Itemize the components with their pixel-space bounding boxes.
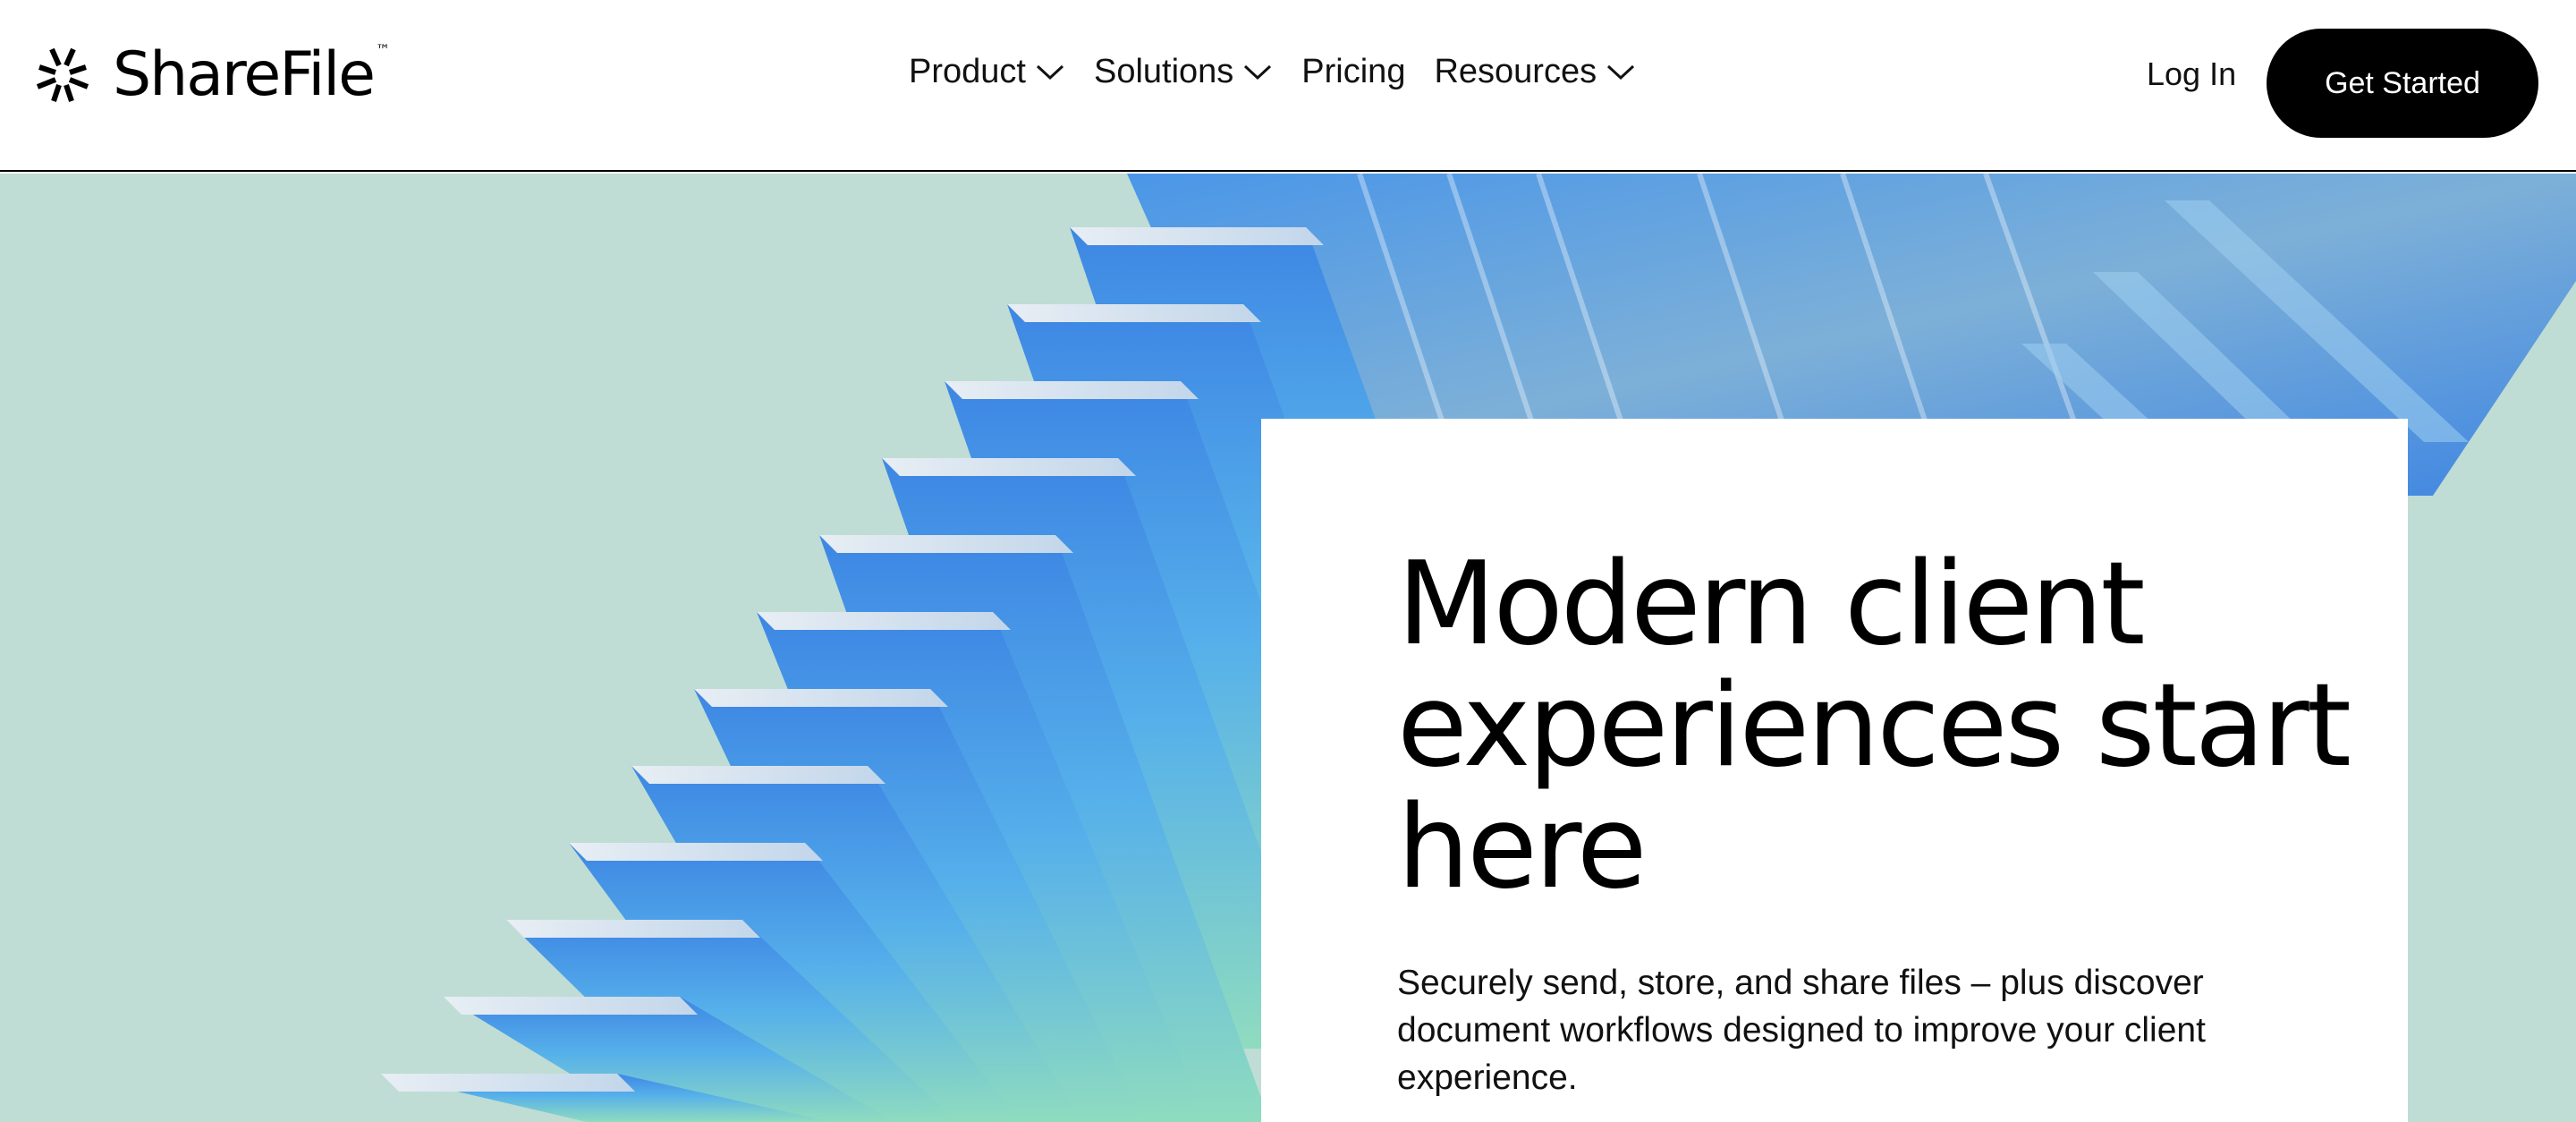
- get-started-button[interactable]: Get Started: [2267, 29, 2538, 138]
- sharefile-burst-icon: [36, 47, 89, 102]
- chevron-down-icon: [1607, 64, 1635, 81]
- site-header: ShareFile ™ Product Solutions Pricing Res…: [0, 0, 2576, 172]
- hero-section: Modern client experiences start here Sec…: [0, 174, 2576, 1122]
- nav-item-label: Resources: [1434, 52, 1597, 90]
- nav-item-solutions[interactable]: Solutions: [1094, 53, 1273, 91]
- chevron-down-icon: [1244, 64, 1272, 81]
- nav-item-label: Pricing: [1301, 52, 1406, 90]
- nav-item-pricing[interactable]: Pricing: [1301, 53, 1405, 91]
- login-link[interactable]: Log In: [2147, 55, 2236, 93]
- chevron-down-icon: [1036, 64, 1063, 81]
- hero-card: Modern client experiences start here Sec…: [1261, 419, 2408, 1122]
- nav-item-label: Product: [909, 52, 1026, 90]
- hero-headline: Modern client experiences start here: [1397, 538, 2351, 914]
- nav-item-label: Solutions: [1093, 52, 1234, 90]
- nav-item-product[interactable]: Product: [909, 53, 1065, 91]
- brand-name: ShareFile ™: [113, 39, 390, 110]
- brand-logo[interactable]: ShareFile ™: [34, 39, 390, 110]
- main-nav: Product Solutions Pricing Resources: [909, 50, 1665, 93]
- hero-subtext: Securely send, store, and share files – …: [1397, 964, 2206, 1097]
- nav-item-resources[interactable]: Resources: [1434, 53, 1636, 91]
- trademark-symbol: ™: [376, 41, 390, 58]
